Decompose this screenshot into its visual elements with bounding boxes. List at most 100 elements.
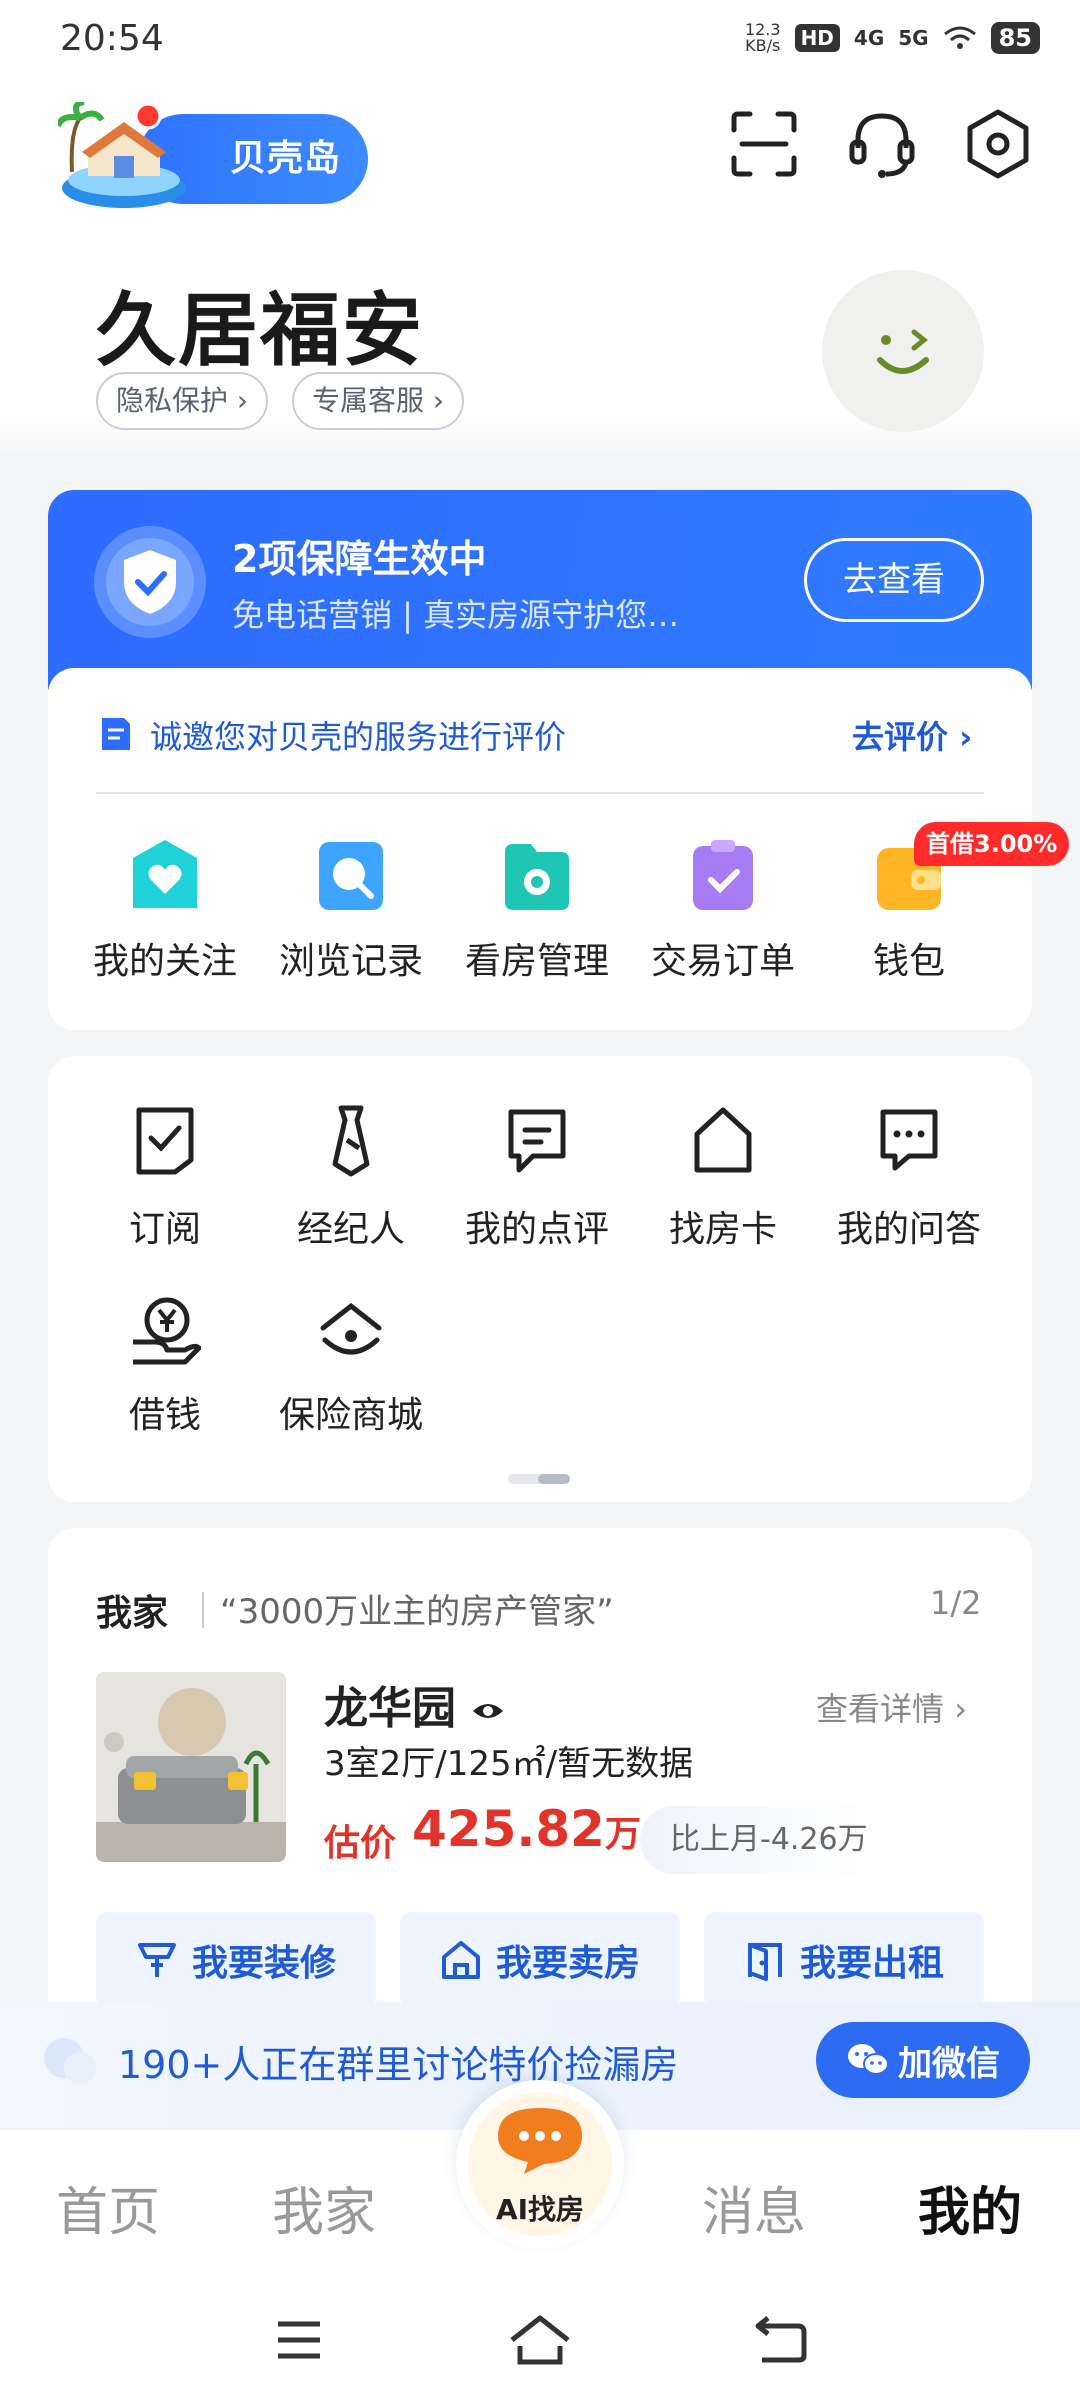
tool-house-card[interactable]: 找房卡 bbox=[628, 1104, 818, 1252]
tool-loan-label: 借钱 bbox=[128, 1395, 201, 1436]
app-logo[interactable]: 贝壳岛屋 bbox=[58, 102, 368, 269]
my-home-slogan: “3000万业主的房产管家” bbox=[220, 1592, 614, 1632]
chat-bubble-icon bbox=[44, 2038, 96, 2084]
tool-agent[interactable]: 经纪人 bbox=[256, 1104, 446, 1252]
wechat-icon bbox=[848, 2044, 889, 2075]
renovate-label: 我要装修 bbox=[191, 1943, 336, 1984]
house-spec: 3室2厅/125㎡/暂无数据 bbox=[324, 1744, 694, 1784]
battery-icon: 85 bbox=[990, 22, 1040, 54]
search-history-icon bbox=[319, 842, 383, 910]
guarantee-subtitle: 免电话营销 | 真实房源守护您… bbox=[232, 596, 680, 634]
renovate-button[interactable]: 我要装修 bbox=[96, 1912, 376, 2008]
service-history-label: 浏览记录 bbox=[278, 941, 423, 982]
home-nav-icon[interactable] bbox=[508, 2314, 572, 2366]
avatar[interactable] bbox=[822, 270, 984, 432]
review-invite-text: 诚邀您对贝壳的服务进行评价 bbox=[150, 718, 567, 756]
tool-agent-label: 经纪人 bbox=[296, 1209, 405, 1250]
rent-out-button[interactable]: 我要出租 bbox=[704, 1912, 984, 2008]
tab-mine[interactable]: 我的 bbox=[918, 2170, 1022, 2245]
service-wallet-label: 钱包 bbox=[872, 941, 945, 982]
tool-reviews[interactable]: 我的点评 bbox=[442, 1104, 632, 1252]
price-number: 425.82 bbox=[412, 1800, 605, 1858]
tab-home[interactable]: 首页 bbox=[56, 2170, 160, 2245]
ai-chat-icon bbox=[498, 2108, 582, 2174]
price-label: 估价 bbox=[324, 1823, 397, 1864]
net-speed: 12.3 KB/s bbox=[745, 22, 781, 54]
tool-qa[interactable]: 我的问答 bbox=[814, 1104, 1004, 1252]
signal-5g-icon: 5G bbox=[898, 26, 929, 50]
house-name-text: 龙华园 bbox=[324, 1683, 456, 1734]
price-value: 425.82万 bbox=[412, 1800, 641, 1858]
my-home-page-indicator: 1/2 bbox=[930, 1584, 982, 1622]
door-icon bbox=[747, 1943, 782, 1981]
sell-house-button[interactable]: 我要卖房 bbox=[400, 1912, 680, 2008]
house-icon bbox=[441, 1941, 480, 1979]
privacy-chip-label: 隐私保护 bbox=[116, 384, 229, 417]
tool-insurance[interactable]: 保险商城 bbox=[256, 1294, 446, 1438]
service-viewing[interactable]: 看房管理 bbox=[442, 838, 632, 984]
promo-text: 190+人正在群里讨论特价捡漏房 bbox=[118, 2043, 679, 2087]
clipboard-check-icon bbox=[693, 840, 753, 910]
comment-icon bbox=[508, 1109, 566, 1173]
tool-subscribe[interactable]: 订阅 bbox=[70, 1104, 260, 1252]
service-orders-label: 交易订单 bbox=[650, 941, 795, 982]
chevron-right-icon: › bbox=[236, 384, 249, 417]
tab-messages[interactable]: 消息 bbox=[702, 2170, 806, 2245]
house-photo[interactable] bbox=[96, 1672, 286, 1862]
document-icon bbox=[102, 718, 130, 750]
island-house-icon bbox=[58, 102, 186, 208]
loan-yen-icon bbox=[133, 1297, 202, 1365]
back-nav-icon[interactable] bbox=[754, 2316, 808, 2364]
service-chip-label: 专属客服 bbox=[312, 384, 425, 417]
house-name[interactable]: 龙华园 bbox=[324, 1672, 505, 1736]
eye-icon[interactable] bbox=[471, 1699, 505, 1723]
tool-qa-label: 我的问答 bbox=[836, 1209, 981, 1250]
my-home-title: 我家 bbox=[96, 1593, 169, 1634]
qa-bubble-icon bbox=[880, 1109, 938, 1171]
add-wechat-button[interactable]: 加微信 bbox=[816, 2022, 1030, 2098]
house-detail-link[interactable]: 查看详情 › bbox=[816, 1684, 967, 1730]
headset-icon[interactable] bbox=[846, 108, 918, 180]
chevron-right-icon: › bbox=[432, 384, 445, 417]
service-follow[interactable]: 我的关注 bbox=[70, 838, 260, 984]
house-card-icon bbox=[694, 1107, 752, 1173]
tab-ai-search-label: AI找房 bbox=[495, 2193, 585, 2226]
heart-home-icon bbox=[133, 840, 197, 908]
scan-icon[interactable] bbox=[728, 108, 800, 180]
tab-my-home[interactable]: 我家 bbox=[272, 2170, 376, 2245]
chevron-right-icon: › bbox=[959, 718, 973, 756]
sell-house-label: 我要卖房 bbox=[495, 1943, 640, 1984]
tool-insurance-label: 保险商城 bbox=[278, 1395, 423, 1436]
chevron-right-icon: › bbox=[954, 1690, 967, 1728]
tool-reviews-label: 我的点评 bbox=[464, 1209, 609, 1250]
menu-icon[interactable] bbox=[274, 2318, 324, 2362]
tool-loan[interactable]: 借钱 bbox=[70, 1294, 260, 1438]
price-change: 比上月-4.26万 bbox=[640, 1806, 898, 1874]
service-follow-label: 我的关注 bbox=[92, 941, 237, 982]
service-orders[interactable]: 交易订单 bbox=[628, 838, 818, 984]
status-indicators: 12.3 KB/s HD 4G 5G 85 bbox=[745, 22, 1040, 54]
review-link-label: 去评价 bbox=[852, 718, 949, 756]
wallet-badge: 首借3.00% bbox=[914, 822, 1070, 866]
wifi-icon bbox=[943, 26, 976, 49]
service-history[interactable]: 浏览记录 bbox=[256, 838, 446, 984]
privacy-chip[interactable]: 隐私保护 › bbox=[96, 372, 269, 430]
service-chip[interactable]: 专属客服 › bbox=[292, 372, 465, 430]
service-viewing-label: 看房管理 bbox=[464, 941, 609, 982]
house-detail-label: 查看详情 bbox=[816, 1690, 945, 1728]
signal-4g-icon: 4G bbox=[853, 26, 885, 50]
wink-face-icon bbox=[877, 329, 929, 374]
hd-icon: HD bbox=[794, 24, 840, 52]
tool-house-card-label: 找房卡 bbox=[668, 1209, 777, 1250]
guarantee-title: 2项保障生效中 bbox=[232, 537, 487, 581]
subscribe-check-icon bbox=[136, 1107, 194, 1175]
pager-indicator bbox=[538, 1474, 570, 1484]
folder-view-icon bbox=[505, 844, 569, 910]
agent-tie-icon bbox=[332, 1105, 370, 1177]
view-guarantee-button[interactable]: 去查看 bbox=[804, 538, 984, 622]
settings-icon[interactable] bbox=[962, 108, 1034, 180]
price-unit: 万 bbox=[604, 1814, 641, 1855]
tool-subscribe-label: 订阅 bbox=[128, 1209, 201, 1250]
shield-icon bbox=[94, 526, 206, 638]
review-link[interactable]: 去评价 › bbox=[852, 712, 972, 758]
